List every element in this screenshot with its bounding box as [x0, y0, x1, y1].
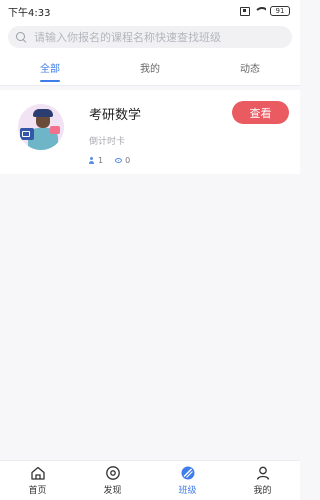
members-count: 1	[98, 156, 104, 165]
class-icon	[181, 466, 194, 480]
tab-active-indicator	[40, 80, 60, 82]
screen-icon	[240, 7, 250, 16]
discover-icon	[105, 466, 120, 480]
avatar-bubble	[50, 126, 60, 134]
search-area	[0, 22, 300, 50]
tab-bar: 全部 我的 动态	[0, 50, 300, 86]
home-icon	[30, 466, 45, 480]
status-bar: 下午4:33 91	[0, 0, 300, 22]
views-count: 0	[125, 156, 131, 165]
person-icon	[89, 157, 95, 164]
course-stats: 1 0	[89, 156, 130, 165]
nav-discover-label: 发现	[103, 486, 122, 496]
avatar-hair	[33, 109, 53, 117]
course-subtitle: 倒计时卡	[89, 137, 126, 147]
course-title: 考研数学	[89, 108, 142, 123]
tab-all-label: 全部	[40, 64, 60, 75]
nav-home[interactable]: 首页	[0, 461, 75, 500]
battery-icon: 91	[270, 6, 290, 16]
tab-activity[interactable]: 动态	[200, 50, 300, 85]
profile-icon	[256, 466, 269, 480]
status-icons: 91	[240, 6, 290, 16]
bottom-navigation: 首页 发现 班级 我的	[0, 460, 300, 500]
nav-class[interactable]: 班级	[150, 461, 225, 500]
search-input[interactable]	[34, 30, 284, 44]
nav-discover[interactable]: 发现	[75, 461, 150, 500]
nav-profile[interactable]: 我的	[225, 461, 300, 500]
nav-class-label: 班级	[178, 486, 197, 496]
wifi-icon	[254, 7, 266, 15]
view-button[interactable]: 查看	[232, 101, 289, 124]
nav-home-label: 首页	[28, 486, 47, 496]
views-stat: 0	[115, 156, 130, 165]
tab-mine-label: 我的	[140, 64, 160, 75]
search-bar[interactable]	[8, 26, 292, 48]
eye-icon	[115, 158, 123, 163]
tab-all[interactable]: 全部	[0, 50, 100, 85]
search-icon	[16, 32, 26, 42]
course-avatar	[18, 104, 64, 150]
tab-mine[interactable]: 我的	[100, 50, 200, 85]
tab-activity-label: 动态	[240, 64, 260, 75]
nav-profile-label: 我的	[253, 486, 272, 496]
members-stat: 1	[89, 156, 103, 165]
status-time: 下午4:33	[8, 7, 51, 19]
avatar-book-mark	[22, 131, 30, 137]
